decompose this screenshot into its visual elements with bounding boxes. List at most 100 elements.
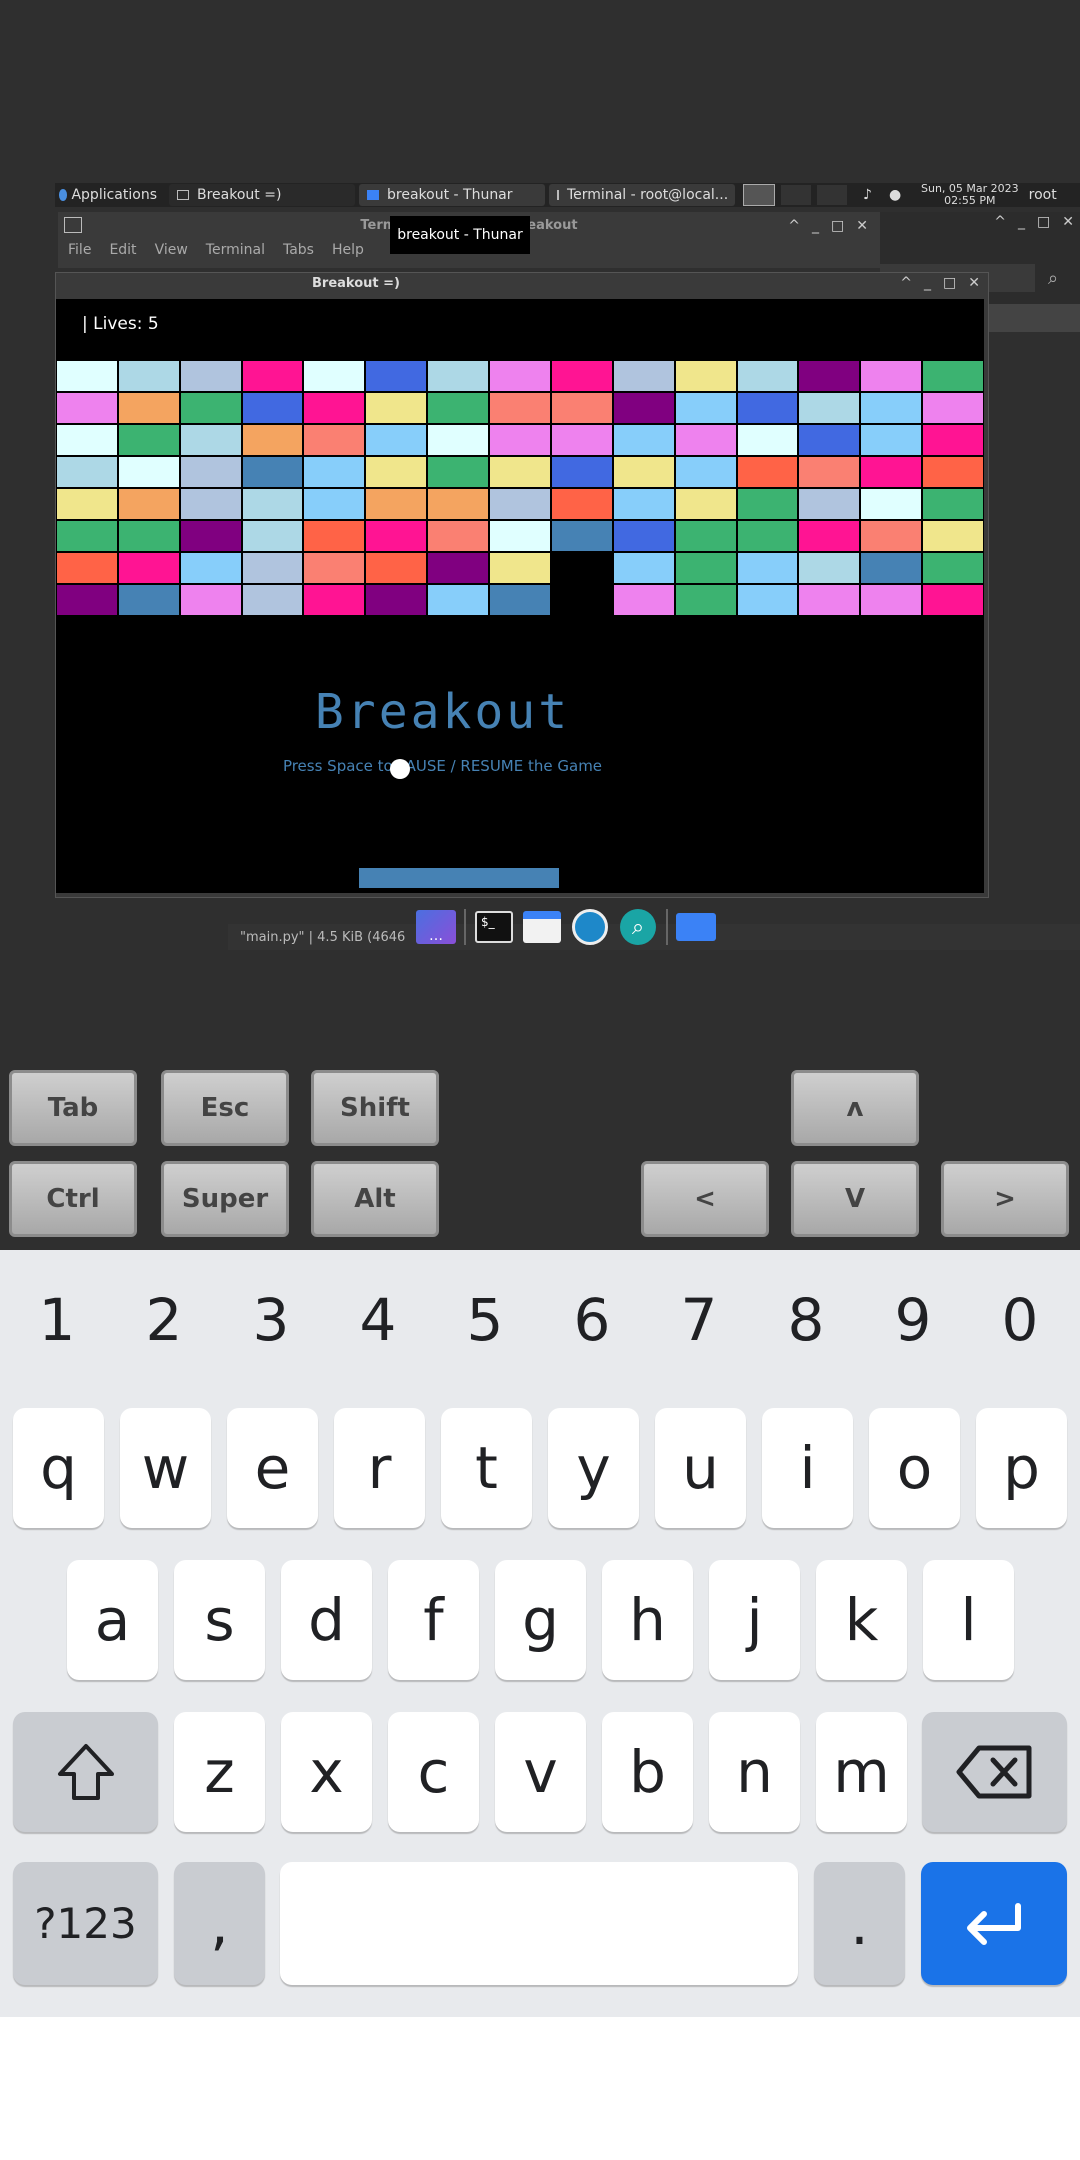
key-q[interactable]: q bbox=[13, 1408, 104, 1528]
taskbar-item-terminal[interactable]: Terminal - root@local... bbox=[549, 184, 735, 206]
key-c[interactable]: c bbox=[388, 1712, 479, 1832]
key-k[interactable]: k bbox=[816, 1560, 907, 1680]
brick bbox=[242, 361, 303, 391]
key-4[interactable]: 4 bbox=[328, 1250, 428, 1390]
arrow-up-key[interactable]: ʌ bbox=[791, 1070, 919, 1146]
workspace-3[interactable] bbox=[817, 185, 847, 205]
key-s[interactable]: s bbox=[174, 1560, 265, 1680]
brick bbox=[490, 585, 550, 615]
workspace-icon[interactable]: … bbox=[416, 909, 456, 945]
key-g[interactable]: g bbox=[495, 1560, 586, 1680]
key-i[interactable]: i bbox=[762, 1408, 853, 1528]
menu-view[interactable]: View bbox=[155, 242, 188, 258]
brick bbox=[675, 553, 736, 583]
brick bbox=[799, 489, 860, 519]
tab-key[interactable]: Tab bbox=[9, 1070, 137, 1146]
shift-key[interactable]: Shift bbox=[311, 1070, 439, 1146]
brick bbox=[428, 585, 489, 615]
workspace-switcher[interactable] bbox=[735, 184, 855, 206]
key-y[interactable]: y bbox=[548, 1408, 639, 1528]
arrow-left-key[interactable]: < bbox=[641, 1161, 769, 1237]
applications-menu[interactable]: Applications bbox=[55, 184, 165, 206]
key-0[interactable]: 0 bbox=[970, 1250, 1070, 1390]
key-6[interactable]: 6 bbox=[542, 1250, 642, 1390]
period-key[interactable]: . bbox=[814, 1862, 905, 1985]
maximize-button[interactable]: □ bbox=[831, 218, 844, 234]
key-f[interactable]: f bbox=[388, 1560, 479, 1680]
menu-tabs[interactable]: Tabs bbox=[283, 242, 314, 258]
key-h[interactable]: h bbox=[602, 1560, 693, 1680]
thunar-minimize-button[interactable]: _ bbox=[1018, 214, 1025, 230]
key-l[interactable]: l bbox=[923, 1560, 1014, 1680]
key-9[interactable]: 9 bbox=[863, 1250, 963, 1390]
arrow-right-key[interactable]: > bbox=[941, 1161, 1069, 1237]
workspace-2[interactable] bbox=[781, 185, 811, 205]
key-3[interactable]: 3 bbox=[221, 1250, 321, 1390]
ctrl-key[interactable]: Ctrl bbox=[9, 1161, 137, 1237]
key-t[interactable]: t bbox=[441, 1408, 532, 1528]
esc-key[interactable]: Esc bbox=[161, 1070, 289, 1146]
key-z[interactable]: z bbox=[174, 1712, 265, 1832]
shift-key-soft[interactable] bbox=[13, 1712, 158, 1832]
key-b[interactable]: b bbox=[602, 1712, 693, 1832]
breakout-minimize-button[interactable]: _ bbox=[924, 275, 931, 291]
arrow-down-key[interactable]: V bbox=[791, 1161, 919, 1237]
thunar-maximize-button[interactable]: □ bbox=[1037, 214, 1050, 230]
comma-key[interactable]: , bbox=[174, 1862, 265, 1985]
key-a[interactable]: a bbox=[67, 1560, 158, 1680]
minimize-button[interactable]: _ bbox=[812, 218, 819, 234]
clock[interactable]: Sun, 05 Mar 2023 02:55 PM bbox=[921, 183, 1019, 207]
breakout-shade-button[interactable]: ^ bbox=[900, 275, 912, 291]
key-r[interactable]: r bbox=[334, 1408, 425, 1528]
key-8[interactable]: 8 bbox=[756, 1250, 856, 1390]
thunar-shade-button[interactable]: ^ bbox=[994, 214, 1006, 230]
key-m[interactable]: m bbox=[816, 1712, 907, 1832]
web-browser-icon[interactable] bbox=[570, 909, 610, 945]
brick bbox=[490, 553, 550, 583]
thunar-search-icon[interactable]: ⌕ bbox=[1048, 268, 1058, 289]
breakout-window[interactable]: Breakout =) ^ _ □ ✕ | Lives: 5 Breakout … bbox=[55, 272, 989, 898]
key-1[interactable]: 1 bbox=[7, 1250, 107, 1390]
menu-help[interactable]: Help bbox=[332, 242, 364, 258]
notifications-icon[interactable]: ● bbox=[881, 184, 907, 206]
menu-file[interactable]: File bbox=[68, 242, 91, 258]
workspace-1[interactable] bbox=[743, 184, 775, 206]
key-o[interactable]: o bbox=[869, 1408, 960, 1528]
enter-key[interactable] bbox=[921, 1862, 1067, 1985]
game-canvas[interactable]: | Lives: 5 Breakout Press Space to PAUSE… bbox=[56, 299, 984, 893]
taskbar-item-breakout[interactable]: Breakout =) bbox=[169, 184, 355, 206]
key-e[interactable]: e bbox=[227, 1408, 318, 1528]
backspace-key[interactable] bbox=[922, 1712, 1067, 1832]
brick bbox=[613, 425, 674, 455]
key-v[interactable]: v bbox=[495, 1712, 586, 1832]
key-j[interactable]: j bbox=[709, 1560, 800, 1680]
key-p[interactable]: p bbox=[976, 1408, 1067, 1528]
symbols-key[interactable]: ?123 bbox=[13, 1862, 158, 1985]
space-key[interactable] bbox=[280, 1862, 798, 1985]
key-5[interactable]: 5 bbox=[435, 1250, 535, 1390]
key-u[interactable]: u bbox=[655, 1408, 746, 1528]
folder-icon[interactable] bbox=[676, 909, 716, 945]
breakout-close-button[interactable]: ✕ bbox=[968, 275, 980, 291]
terminal-icon[interactable]: $_ bbox=[474, 909, 514, 945]
key-2[interactable]: 2 bbox=[114, 1250, 214, 1390]
key-d[interactable]: d bbox=[281, 1560, 372, 1680]
alt-key[interactable]: Alt bbox=[311, 1161, 439, 1237]
close-button[interactable]: ✕ bbox=[856, 218, 868, 234]
user-menu[interactable]: root bbox=[1019, 184, 1065, 206]
search-icon[interactable]: ⌕ bbox=[618, 909, 658, 945]
file-manager-icon[interactable] bbox=[522, 909, 562, 945]
key-n[interactable]: n bbox=[709, 1712, 800, 1832]
key-x[interactable]: x bbox=[281, 1712, 372, 1832]
key-w[interactable]: w bbox=[120, 1408, 211, 1528]
super-key[interactable]: Super bbox=[161, 1161, 289, 1237]
key-7[interactable]: 7 bbox=[649, 1250, 749, 1390]
shade-button[interactable]: ^ bbox=[788, 218, 800, 234]
thunar-close-button[interactable]: ✕ bbox=[1062, 214, 1074, 230]
breakout-maximize-button[interactable]: □ bbox=[943, 275, 956, 291]
volume-icon[interactable]: ♪ bbox=[855, 184, 881, 206]
menu-edit[interactable]: Edit bbox=[109, 242, 136, 258]
brick bbox=[366, 361, 427, 391]
taskbar-item-thunar[interactable]: breakout - Thunar bbox=[359, 184, 545, 206]
menu-terminal[interactable]: Terminal bbox=[206, 242, 265, 258]
